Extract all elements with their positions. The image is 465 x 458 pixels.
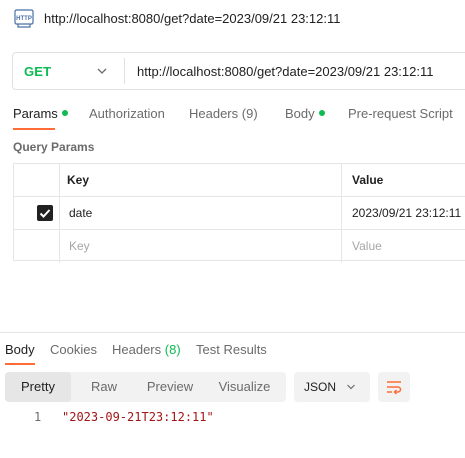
tab-headers[interactable]: Headers (9)	[189, 106, 258, 121]
tab-params-label: Params	[13, 106, 58, 121]
column-divider	[341, 197, 342, 229]
value-column-header: Value	[352, 173, 384, 187]
format-select[interactable]: JSON	[294, 372, 370, 402]
tab-pre-request-script[interactable]: Pre-request Script	[348, 106, 453, 121]
table-row: date 2023/09/21 23:12:11	[14, 197, 465, 230]
url-divider	[124, 58, 125, 84]
response-tabs: Body Cookies Headers (8) Test Results	[0, 336, 465, 366]
new-value-input[interactable]: Value	[352, 239, 382, 253]
tab-body-label: Body	[285, 106, 315, 121]
view-preview-button[interactable]: Preview	[137, 372, 203, 402]
request-title[interactable]: http://localhost:8080/get?date=2023/09/2…	[44, 11, 340, 26]
svg-text:HTTP: HTTP	[16, 16, 32, 22]
chevron-down-icon	[347, 384, 355, 390]
column-divider	[59, 164, 60, 196]
response-string-value[interactable]: "2023-09-21T23:12:11"	[62, 410, 214, 424]
new-key-input[interactable]: Key	[69, 239, 90, 253]
response-active-tab-underline	[5, 363, 35, 365]
response-headers-count: (8)	[164, 342, 181, 357]
headers-count: (9)	[241, 106, 258, 121]
view-mode-selector: Pretty Raw Preview Visualize	[5, 372, 286, 402]
param-enabled-checkbox[interactable]	[37, 205, 53, 221]
tab-headers-label: Headers	[189, 106, 239, 121]
tab-params[interactable]: Params	[13, 106, 68, 121]
response-tab-headers[interactable]: Headers (8)	[112, 342, 181, 357]
key-column-header: Key	[67, 173, 90, 187]
response-tab-body[interactable]: Body	[5, 342, 35, 357]
query-params-title: Query Params	[13, 140, 95, 154]
response-divider[interactable]	[0, 332, 465, 333]
word-wrap-icon	[387, 381, 402, 395]
response-body-line: 1 "2023-09-21T23:12:11"	[0, 408, 465, 426]
url-bar: GET http://localhost:8080/get?date=2023/…	[12, 52, 465, 90]
checkmark-icon	[39, 209, 51, 218]
word-wrap-button[interactable]	[378, 372, 410, 402]
column-divider	[341, 230, 342, 263]
table-header-row: Key Value	[14, 164, 465, 197]
format-selected-value: JSON	[304, 380, 337, 394]
params-indicator-dot	[61, 110, 68, 116]
view-pretty-button[interactable]: Pretty	[5, 372, 71, 402]
column-divider	[59, 197, 60, 229]
method-select[interactable]: GET	[24, 64, 51, 79]
response-tab-test-results[interactable]: Test Results	[196, 342, 267, 357]
url-input[interactable]: http://localhost:8080/get?date=2023/09/2…	[137, 64, 433, 79]
chevron-down-icon[interactable]	[96, 65, 108, 77]
tab-body[interactable]: Body	[285, 106, 325, 121]
response-headers-label: Headers	[112, 342, 162, 357]
http-request-icon: HTTP	[14, 9, 34, 28]
tab-authorization[interactable]: Authorization	[89, 106, 165, 121]
param-value[interactable]: 2023/09/21 23:12:11	[352, 206, 461, 220]
request-title-bar: HTTP http://localhost:8080/get?date=2023…	[0, 0, 465, 38]
tab-authorization-label: Authorization	[89, 106, 165, 121]
request-tabs: Params Authorization Headers (9) Body Pr…	[0, 100, 465, 132]
param-key[interactable]: date	[69, 206, 92, 220]
column-divider	[341, 164, 342, 196]
line-number: 1	[34, 410, 42, 424]
query-params-table: Key Value date 2023/09/21 23:12:11 Key V…	[13, 163, 465, 263]
body-indicator-dot	[318, 110, 325, 116]
tab-pre-request-script-label: Pre-request Script	[348, 106, 453, 121]
view-raw-button[interactable]: Raw	[71, 372, 137, 402]
response-tab-cookies[interactable]: Cookies	[50, 342, 97, 357]
active-tab-underline	[13, 128, 55, 130]
table-row-empty: Key Value	[14, 230, 465, 263]
view-visualize-button[interactable]: Visualize	[203, 372, 286, 402]
column-divider	[59, 230, 60, 263]
